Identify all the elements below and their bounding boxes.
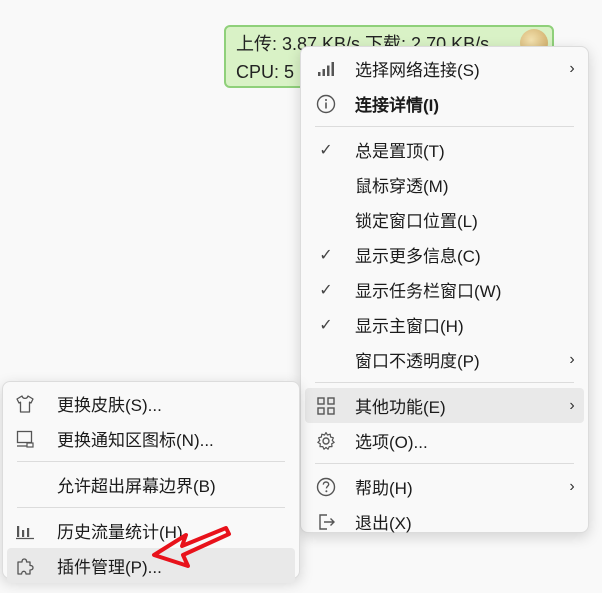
chevron-right-icon: › — [569, 477, 575, 495]
menu-item-show-taskbar-window[interactable]: ✓ 显示任务栏窗口(W) — [305, 272, 584, 307]
submenu-item-change-skin[interactable]: 更换皮肤(S)... — [7, 386, 295, 421]
menu-item-always-on-top[interactable]: ✓ 总是置顶(T) — [305, 132, 584, 167]
menu-separator — [17, 461, 285, 462]
tray-icon — [7, 429, 43, 449]
menu-item-label: 选项(O)... — [355, 433, 428, 452]
menu-item-label: 显示主窗口(H) — [355, 317, 464, 336]
menu-item-label: 更换皮肤(S)... — [57, 396, 162, 415]
menu-item-other-functions[interactable]: 其他功能(E) › — [305, 388, 584, 423]
menu-item-show-main-window[interactable]: ✓ 显示主窗口(H) — [305, 307, 584, 342]
checkmark-icon: ✓ — [319, 141, 333, 159]
puzzle-icon — [7, 556, 43, 576]
menu-item-lock-window-position[interactable]: 锁定窗口位置(L) — [305, 202, 584, 237]
submenu-item-allow-beyond-screen[interactable]: 允许超出屏幕边界(B) — [7, 467, 295, 502]
info-circle-icon — [305, 94, 347, 114]
menu-separator — [315, 126, 574, 127]
exit-icon — [305, 512, 347, 532]
grid-icon — [305, 396, 347, 415]
menu-item-connection-details[interactable]: 连接详情(I) — [305, 86, 584, 121]
menu-item-label: 更换通知区图标(N)... — [57, 431, 214, 450]
menu-item-window-opacity[interactable]: 窗口不透明度(P) › — [305, 342, 584, 377]
chevron-right-icon: › — [569, 350, 575, 368]
menu-item-mouse-penetrate[interactable]: 鼠标穿透(M) — [305, 167, 584, 202]
menu-item-label: 选择网络连接(S) — [355, 61, 480, 80]
menu-item-label: 鼠标穿透(M) — [355, 177, 449, 196]
menu-item-show-more-info[interactable]: ✓ 显示更多信息(C) — [305, 237, 584, 272]
checkmark-icon: ✓ — [319, 316, 333, 334]
annotation-arrow-icon — [152, 526, 231, 568]
menu-item-select-network[interactable]: 选择网络连接(S) › — [305, 51, 584, 86]
menu-item-label: 总是置顶(T) — [355, 142, 445, 161]
menu-item-label: 窗口不透明度(P) — [355, 352, 480, 371]
menu-separator — [315, 382, 574, 383]
signal-bars-icon — [305, 61, 347, 77]
help-circle-icon — [305, 477, 347, 497]
menu-item-label: 退出(X) — [355, 514, 412, 533]
menu-item-label: 锁定窗口位置(L) — [355, 212, 478, 231]
menu-separator — [315, 463, 574, 464]
submenu-item-change-tray-icon[interactable]: 更换通知区图标(N)... — [7, 421, 295, 456]
shirt-icon — [7, 394, 43, 414]
menu-item-help[interactable]: 帮助(H) › — [305, 469, 584, 504]
bar-chart-icon — [7, 522, 43, 540]
menu-item-label: 帮助(H) — [355, 479, 413, 498]
menu-item-label: 其他功能(E) — [355, 398, 446, 417]
chevron-right-icon: › — [569, 396, 575, 414]
menu-item-label: 允许超出屏幕边界(B) — [57, 477, 216, 496]
menu-item-label: 显示更多信息(C) — [355, 247, 481, 266]
checkmark-icon: ✓ — [319, 246, 333, 264]
checkmark-icon: ✓ — [319, 281, 333, 299]
context-menu: 选择网络连接(S) › 连接详情(I) ✓ 总是置顶(T) 鼠标穿透(M) 锁定… — [300, 46, 589, 533]
menu-separator — [17, 507, 285, 508]
menu-item-label: 显示任务栏窗口(W) — [355, 282, 502, 301]
gear-icon — [305, 431, 347, 451]
menu-item-label: 连接详情(I) — [355, 96, 440, 115]
menu-item-options[interactable]: 选项(O)... — [305, 423, 584, 458]
chevron-right-icon: › — [569, 59, 575, 77]
menu-item-exit[interactable]: 退出(X) — [305, 504, 584, 539]
